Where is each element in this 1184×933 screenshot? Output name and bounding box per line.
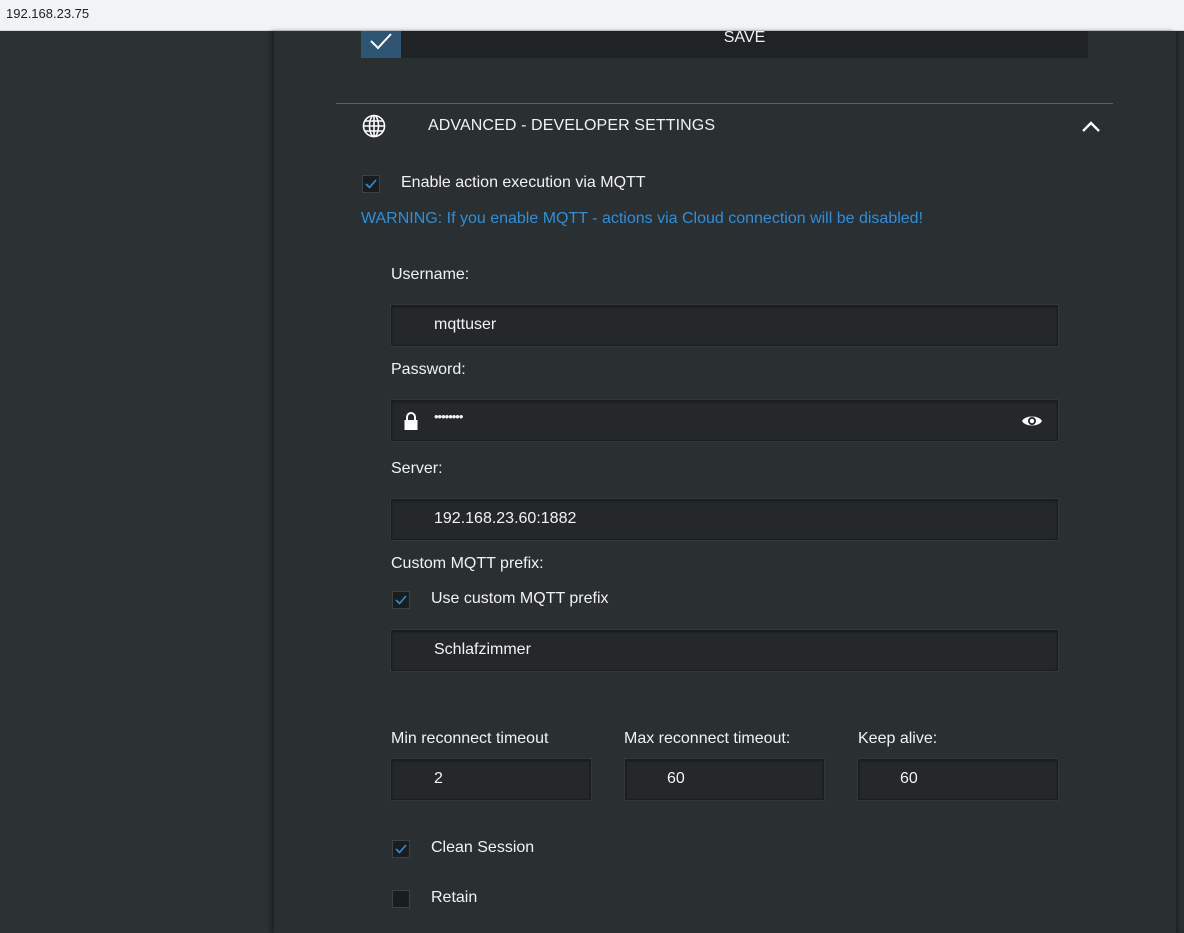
keep-alive-label: Keep alive:	[858, 730, 938, 747]
globe-icon	[362, 114, 386, 143]
enable-mqtt-checkbox[interactable]	[362, 175, 380, 193]
clean-session-label: Clean Session	[431, 839, 535, 856]
custom-prefix-label: Custom MQTT prefix:	[391, 555, 544, 572]
browser-address-bar: 192.168.23.75	[0, 0, 1184, 31]
username-value: mqttuser	[434, 316, 497, 333]
keep-alive-value: 60	[900, 770, 918, 787]
min-reconnect-field[interactable]: 2	[391, 759, 591, 800]
max-reconnect-value: 60	[667, 770, 685, 787]
server-label: Server:	[391, 460, 443, 477]
password-label: Password:	[391, 361, 466, 378]
check-icon	[365, 179, 377, 189]
eye-icon[interactable]	[1021, 413, 1043, 434]
save-button[interactable]: SAVE	[361, 29, 1088, 58]
section-divider	[336, 103, 1113, 104]
use-prefix-label: Use custom MQTT prefix	[431, 590, 609, 607]
min-reconnect-label: Min reconnect timeout	[391, 730, 549, 747]
retain-label: Retain	[431, 889, 478, 906]
enable-mqtt-label: Enable action execution via MQTT	[401, 174, 646, 191]
lock-icon	[403, 411, 419, 436]
keep-alive-field[interactable]: 60	[858, 759, 1058, 800]
password-value: ••••••••	[434, 409, 463, 424]
max-reconnect-label: Max reconnect timeout:	[624, 730, 791, 747]
use-prefix-checkbox[interactable]	[392, 591, 410, 609]
password-field[interactable]: ••••••••	[391, 400, 1058, 441]
address-text[interactable]: 192.168.23.75	[6, 6, 89, 21]
chevron-up-icon[interactable]	[1080, 118, 1102, 139]
save-label: SAVE	[723, 29, 766, 46]
retain-checkbox[interactable]	[392, 890, 410, 908]
server-value: 192.168.23.60:1882	[434, 510, 577, 527]
username-field[interactable]: mqttuser	[391, 305, 1058, 346]
mqtt-warning: WARNING: If you enable MQTT - actions vi…	[361, 210, 924, 227]
prefix-value: Schlafzimmer	[434, 641, 531, 658]
min-reconnect-value: 2	[434, 770, 443, 787]
prefix-field[interactable]: Schlafzimmer	[391, 630, 1058, 671]
server-field[interactable]: 192.168.23.60:1882	[391, 499, 1058, 540]
right-edge	[1176, 31, 1184, 933]
clean-session-checkbox[interactable]	[392, 840, 410, 858]
check-icon	[395, 595, 407, 605]
check-icon	[361, 31, 401, 58]
username-label: Username:	[391, 266, 470, 283]
section-title[interactable]: ADVANCED - DEVELOPER SETTINGS	[428, 117, 715, 135]
check-icon	[395, 844, 407, 854]
left-background	[0, 31, 274, 933]
max-reconnect-field[interactable]: 60	[625, 759, 824, 800]
